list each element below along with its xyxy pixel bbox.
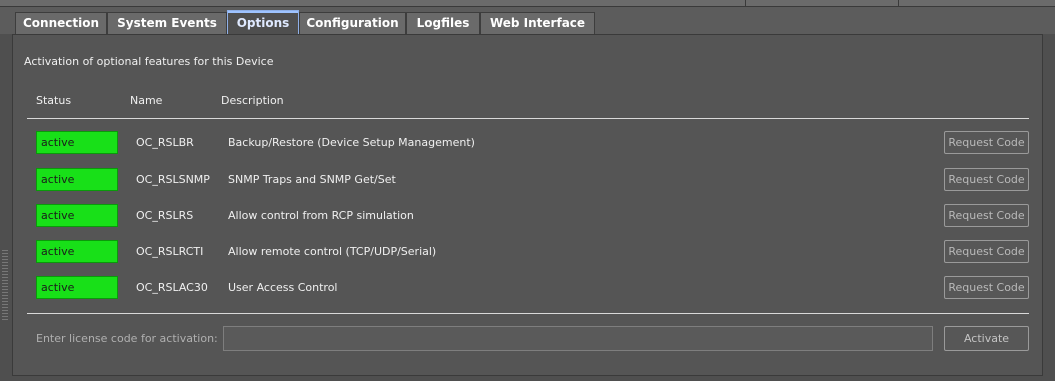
status-badge: active (36, 240, 118, 263)
tab-logfiles[interactable]: Logfiles (406, 12, 480, 34)
header-divider (27, 118, 1029, 119)
tab-options[interactable]: Options (227, 10, 299, 34)
option-name: OC_RSLRCTI (136, 245, 204, 258)
option-description: Allow remote control (TCP/UDP/Serial) (228, 245, 437, 258)
request-code-button[interactable]: Request Code (944, 131, 1029, 154)
options-heading: Activation of optional features for this… (24, 55, 274, 68)
tab-connection[interactable]: Connection (15, 12, 107, 34)
license-code-input[interactable] (223, 326, 933, 351)
option-description: Backup/Restore (Device Setup Management) (228, 136, 475, 149)
status-badge: active (36, 168, 118, 191)
tab-bar: Connection System Events Options Configu… (0, 0, 1055, 34)
license-code-label: Enter license code for activation: (36, 332, 218, 345)
column-header-status: Status (36, 94, 72, 107)
status-badge: active (36, 204, 118, 227)
activate-button[interactable]: Activate (944, 326, 1029, 351)
status-badge: active (36, 131, 118, 154)
option-name: OC_RSLRS (136, 209, 194, 222)
column-header-description: Description (221, 94, 284, 107)
option-description: Allow control from RCP simulation (228, 209, 414, 222)
option-description: SNMP Traps and SNMP Get/Set (228, 173, 396, 186)
option-name: OC_RSLSNMP (136, 173, 210, 186)
tab-system-events[interactable]: System Events (107, 12, 227, 34)
request-code-button[interactable]: Request Code (944, 204, 1029, 227)
license-divider (27, 313, 1029, 314)
column-header-name: Name (130, 94, 163, 107)
option-name: OC_RSLBR (136, 136, 194, 149)
resize-grip[interactable] (2, 250, 8, 320)
option-name: OC_RSLAC30 (136, 281, 208, 294)
request-code-button[interactable]: Request Code (944, 276, 1029, 299)
request-code-button[interactable]: Request Code (944, 168, 1029, 191)
tab-configuration[interactable]: Configuration (299, 12, 406, 34)
option-description: User Access Control (228, 281, 338, 294)
status-badge: active (36, 276, 118, 299)
request-code-button[interactable]: Request Code (944, 240, 1029, 263)
tab-web-interface[interactable]: Web Interface (480, 12, 595, 34)
top-strip (0, 0, 1055, 7)
